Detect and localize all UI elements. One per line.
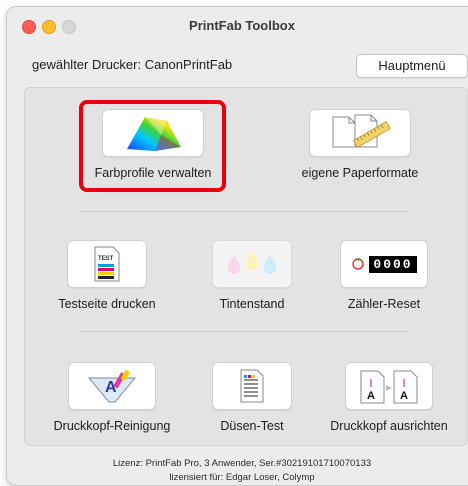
head-align-icon: A A	[360, 370, 418, 404]
test-page-tool[interactable]: TEST Testseite drucken	[57, 240, 157, 311]
nozzle-test-label: Düsen-Test	[220, 419, 284, 433]
nozzle-test-page-icon	[240, 369, 264, 403]
ink-drops-icon	[228, 251, 276, 274]
main-menu-button[interactable]: Hauptmenü	[356, 54, 468, 78]
reset-arrow-icon	[352, 258, 365, 270]
test-label: TEST	[98, 256, 114, 262]
divider-2	[79, 331, 409, 332]
nozzle-test-tool[interactable]: Düsen-Test	[197, 362, 307, 433]
test-page-label: Testseite drucken	[58, 297, 156, 311]
ink-level-label: Tintenstand	[219, 297, 285, 311]
paper-formats-tool[interactable]: eigene Paperformate	[290, 109, 430, 180]
counter-value: 0000	[369, 255, 417, 273]
printhead-cleaning-icon: A	[87, 369, 137, 403]
divider-1	[79, 211, 409, 212]
counter-reset-tool[interactable]: 0000 Zähler-Reset	[329, 240, 439, 311]
test-page-icon: TEST	[94, 246, 120, 282]
paper-formats-button[interactable]	[309, 109, 411, 157]
head-align-tool[interactable]: A A Druckkopf ausrichten	[319, 362, 459, 433]
app-window: PrintFab Toolbox gewählter Drucker: Cano…	[6, 6, 468, 486]
svg-text:A: A	[105, 379, 117, 396]
window-title: PrintFab Toolbox	[189, 18, 295, 33]
selected-printer-label: gewählter Drucker: CanonPrintFab	[32, 57, 233, 72]
license-line-1: Lizenz: PrintFab Pro, 3 Anwender, Ser.#3…	[112, 458, 372, 469]
selection-highlight	[79, 100, 226, 192]
nozzle-test-button[interactable]	[212, 362, 292, 410]
counter-reset-label: Zähler-Reset	[347, 297, 421, 311]
ink-level-button[interactable]	[212, 240, 292, 288]
head-cleaning-tool[interactable]: A Druckkopf-Reinigung	[47, 362, 177, 433]
ink-level-tool[interactable]: Tintenstand	[202, 240, 302, 311]
svg-text:A: A	[367, 390, 375, 402]
counter-reset-button[interactable]: 0000	[340, 240, 428, 288]
head-cleaning-button[interactable]: A	[68, 362, 156, 410]
title-bar: PrintFab Toolbox	[7, 7, 468, 45]
paper-formats-label: eigene Paperformate	[301, 166, 419, 180]
paper-ruler-icon	[332, 114, 391, 149]
counter-display: 0000	[351, 255, 417, 273]
test-page-button[interactable]: TEST	[67, 240, 147, 288]
head-cleaning-label: Druckkopf-Reinigung	[53, 419, 171, 433]
svg-text:A: A	[400, 390, 408, 402]
head-align-button[interactable]: A A	[345, 362, 433, 410]
license-line-2: lizensiert für: Edgar Loser, Colymp	[169, 472, 315, 483]
license-info: Lizenz: PrintFab Pro, 3 Anwender, Ser.#3…	[7, 457, 468, 485]
head-align-label: Druckkopf ausrichten	[330, 419, 448, 433]
